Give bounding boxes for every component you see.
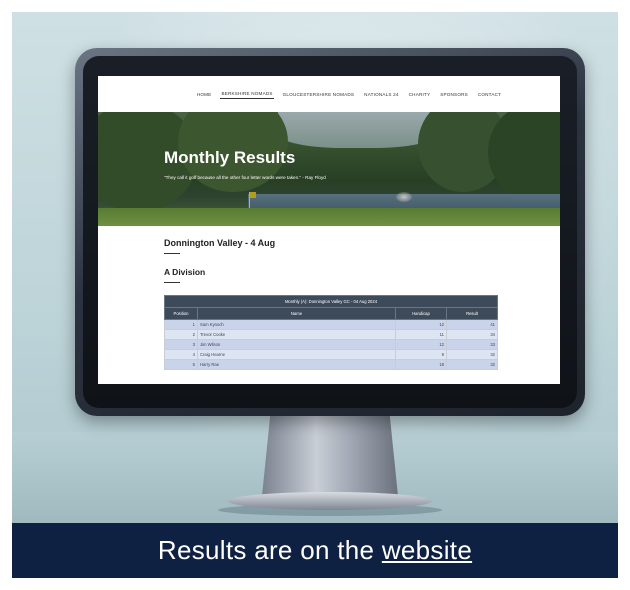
hero-overlay — [98, 112, 560, 226]
site-nav: HOME BERKSHIRE NOMADS GLOUCESTERSHIRE NO… — [98, 76, 560, 112]
table-row: 1 Sam Kynoch 12 41 — [164, 319, 498, 330]
heading-rule — [164, 282, 180, 283]
cell-result: 32 — [446, 349, 498, 360]
cell-result: 41 — [446, 319, 498, 330]
col-header-name[interactable]: Name — [197, 307, 396, 320]
caption-text: Results are on the website — [158, 535, 472, 566]
division-heading: A Division — [164, 267, 206, 277]
nav-nationals-24[interactable]: NATIONALS 24 — [363, 90, 399, 99]
cell-name: Sam Kynoch — [197, 319, 396, 330]
caption-bar: Results are on the website — [12, 523, 618, 578]
cell-position: 4 — [164, 349, 198, 360]
website-link[interactable]: website — [382, 535, 472, 565]
cell-handicap: 9 — [395, 349, 447, 360]
cell-handicap: 11 — [395, 329, 447, 340]
hero-banner: Monthly Results "They call it golf becau… — [98, 112, 560, 226]
cell-name: Trevor Cooke — [197, 329, 396, 340]
cell-result: 33 — [446, 339, 498, 350]
nav-gloucestershire-nomads[interactable]: GLOUCESTERSHIRE NOMADS — [282, 90, 356, 99]
cell-name: Harry Rae — [197, 359, 396, 370]
table-row: 3 Jim Wilson 12 33 — [164, 339, 498, 350]
col-header-position[interactable]: Position — [164, 307, 198, 320]
table-header-row: Position Name Handicap Result — [164, 307, 498, 320]
hero-quote: "They call it golf because all the other… — [164, 175, 326, 180]
cell-handicap: 12 — [395, 339, 447, 350]
photo-frame: HOME BERKSHIRE NOMADS GLOUCESTERSHIRE NO… — [12, 12, 618, 578]
cell-result: 34 — [446, 329, 498, 340]
table-title: Monthly (A): Donnington Valley GC - 04 A… — [164, 295, 498, 308]
results-table: Monthly (A): Donnington Valley GC - 04 A… — [164, 295, 498, 370]
venue-heading: Donnington Valley - 4 Aug — [164, 238, 276, 248]
nav-charity[interactable]: CHARITY — [408, 90, 432, 99]
cell-name: Jim Wilson — [197, 339, 396, 350]
hero-title: Monthly Results — [164, 148, 296, 167]
cell-result: 32 — [446, 359, 498, 370]
table-row: 2 Trevor Cooke 11 34 — [164, 329, 498, 340]
nav-contact[interactable]: CONTACT — [477, 90, 502, 99]
cell-position: 1 — [164, 319, 198, 330]
page-content: Donnington Valley - 4 Aug A Division Mon… — [98, 226, 560, 370]
monitor-base — [228, 492, 432, 510]
monitor-screen: HOME BERKSHIRE NOMADS GLOUCESTERSHIRE NO… — [98, 76, 560, 384]
table-title-row: Monthly (A): Donnington Valley GC - 04 A… — [164, 295, 498, 308]
table-row: 5 Harry Rae 18 32 — [164, 359, 498, 370]
cell-handicap: 18 — [395, 359, 447, 370]
col-header-result[interactable]: Result — [446, 307, 498, 320]
caption-prefix: Results are on the — [157, 535, 382, 565]
heading-rule — [164, 253, 180, 254]
cell-position: 2 — [164, 329, 198, 340]
col-header-handicap[interactable]: Handicap — [395, 307, 447, 320]
nav-berkshire-nomads[interactable]: BERKSHIRE NOMADS — [220, 89, 274, 99]
nav-home[interactable]: HOME — [196, 90, 213, 99]
cell-handicap: 12 — [395, 319, 447, 330]
nav-sponsors[interactable]: SPONSORS — [439, 90, 469, 99]
cell-name: Craig Hearne — [197, 349, 396, 360]
cell-position: 3 — [164, 339, 198, 350]
monitor-stand — [262, 416, 398, 496]
table-row: 4 Craig Hearne 9 32 — [164, 349, 498, 360]
cell-position: 5 — [164, 359, 198, 370]
